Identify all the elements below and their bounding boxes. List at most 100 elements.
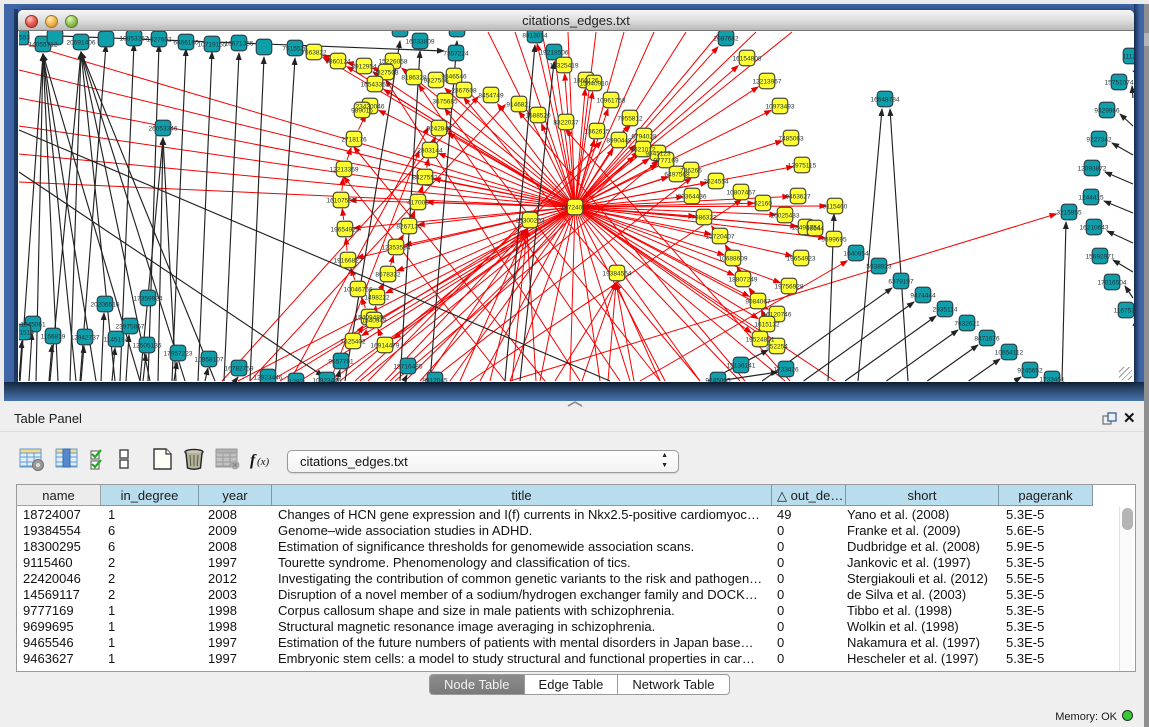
svg-text:8678332: 8678332: [375, 272, 401, 279]
svg-text:9777169: 9777169: [653, 158, 679, 165]
svg-text:1498222: 1498222: [364, 295, 390, 302]
svg-text:391513: 391513: [19, 330, 34, 337]
svg-text:2718176: 2718176: [341, 137, 367, 144]
svg-text:15640910: 15640910: [580, 81, 609, 88]
svg-text:16671355: 16671355: [225, 41, 254, 48]
svg-text:9845123: 9845123: [645, 151, 671, 158]
svg-text:1588520: 1588520: [525, 113, 551, 120]
svg-text:15692971: 15692971: [1086, 254, 1115, 261]
svg-text:1640954: 1640954: [843, 251, 869, 258]
svg-text:16648784: 16648784: [871, 97, 900, 104]
svg-text:10025433: 10025433: [771, 213, 800, 220]
svg-text:8322037: 8322037: [553, 120, 579, 127]
svg-text:7955812: 7955812: [617, 116, 643, 123]
svg-text:1145194: 1145194: [104, 337, 129, 344]
svg-text:17359924: 17359924: [134, 296, 163, 303]
svg-text:18807249: 18807249: [729, 277, 758, 284]
svg-text:16914479: 16914479: [371, 343, 400, 350]
svg-text:12213369: 12213369: [330, 167, 359, 174]
svg-text:10853267: 10853267: [120, 36, 149, 43]
svg-text:8454749: 8454749: [478, 93, 504, 100]
svg-text:10961758: 10961758: [597, 98, 626, 105]
svg-text:7485063: 7485063: [778, 136, 804, 143]
svg-text:1733426: 1733426: [773, 367, 799, 374]
svg-text:7986322: 7986322: [691, 215, 717, 222]
svg-text:8427552: 8427552: [412, 175, 438, 182]
svg-text:9699695: 9699695: [821, 237, 847, 244]
svg-text:16107553: 16107553: [327, 198, 356, 205]
svg-text:19218506: 19218506: [540, 50, 569, 57]
svg-text:1292: 1292: [289, 379, 304, 383]
svg-text:9860124: 9860124: [325, 59, 351, 66]
svg-text:8812045: 8812045: [422, 378, 448, 383]
svg-text:9227342: 9227342: [1086, 137, 1112, 144]
svg-text:16782759: 16782759: [225, 366, 254, 373]
svg-text:16210643: 16210643: [1080, 225, 1109, 232]
svg-text:12213967: 12213967: [753, 79, 782, 86]
svg-text:10923446: 10923446: [313, 378, 342, 383]
svg-text:18724007: 18724007: [561, 205, 590, 212]
svg-text:10807467: 10807467: [727, 190, 756, 197]
svg-text:19524851: 19524851: [746, 337, 775, 344]
svg-text:19756928: 19756928: [775, 284, 804, 291]
svg-text:16033809: 16033809: [406, 39, 435, 46]
svg-text:15226058: 15226058: [379, 59, 408, 66]
svg-text:10654112: 10654112: [995, 350, 1024, 357]
svg-text:9245065: 9245065: [705, 378, 731, 383]
svg-text:9327503: 9327503: [373, 70, 399, 77]
svg-text:19384554: 19384554: [603, 271, 632, 278]
svg-text:1845061: 1845061: [20, 322, 46, 329]
svg-text:1540949: 1540949: [361, 318, 387, 325]
svg-text:5938923: 5938923: [866, 264, 892, 271]
svg-text:f: f: [250, 452, 257, 469]
svg-text:12975115: 12975115: [788, 163, 817, 170]
svg-text:9242848: 9242848: [426, 126, 452, 133]
svg-text:15720407: 15720407: [706, 234, 735, 241]
svg-text:1527602: 1527602: [146, 37, 172, 44]
svg-text:9115460: 9115460: [823, 204, 848, 211]
svg-text:62160: 62160: [754, 201, 772, 208]
svg-text:12505135: 12505135: [133, 343, 162, 350]
svg-text:12093872: 12093872: [1078, 166, 1107, 173]
svg-text:9084067: 9084067: [745, 299, 771, 306]
svg-text:6379197: 6379197: [888, 279, 914, 286]
svg-text:8471676: 8471676: [974, 336, 1000, 343]
svg-text:9463627: 9463627: [785, 194, 811, 201]
svg-text:9329966: 9329966: [1094, 108, 1120, 115]
svg-text:2935114: 2935114: [933, 307, 958, 314]
svg-text:6794028: 6794028: [631, 134, 657, 141]
svg-text:23300203: 23300203: [516, 218, 545, 225]
svg-text:6466160: 6466160: [173, 40, 199, 47]
svg-text:8267130: 8267130: [396, 224, 422, 231]
svg-text:13325419: 13325419: [550, 63, 579, 70]
svg-text:16154808: 16154808: [733, 56, 762, 63]
svg-text:17016504: 17016504: [1098, 280, 1127, 287]
svg-text:20691406: 20691406: [67, 40, 96, 47]
svg-text:15751074: 15751074: [1105, 80, 1134, 87]
svg-text:19654923: 19654923: [787, 256, 816, 263]
svg-text:7632621: 7632621: [954, 321, 980, 328]
svg-text:10973493: 10973493: [766, 104, 795, 111]
svg-text:16120746: 16120746: [763, 312, 792, 319]
svg-text:19166827: 19166827: [334, 258, 363, 265]
svg-text:8813054: 8813054: [522, 33, 548, 40]
svg-text:1733451: 1733451: [1039, 377, 1065, 383]
svg-text:98644: 98644: [806, 226, 824, 233]
svg-text:20364436: 20364436: [678, 194, 707, 201]
svg-text:3675685: 3675685: [432, 99, 458, 106]
svg-text:12353594: 12353594: [382, 245, 411, 252]
svg-text:20553: 20553: [19, 35, 30, 42]
svg-text:16543362: 16543362: [361, 82, 390, 89]
svg-text:2803144: 2803144: [417, 148, 443, 155]
svg-text:8990448: 8990448: [606, 138, 632, 145]
svg-text:1362615: 1362615: [584, 129, 610, 136]
svg-text:1244415: 1244415: [1078, 195, 1104, 202]
svg-text:2367608: 2367608: [451, 88, 477, 95]
svg-text:11123: 11123: [1122, 54, 1134, 61]
svg-text:2087682: 2087682: [713, 36, 739, 43]
svg-text:15716485: 15716485: [394, 364, 423, 371]
svg-text:1615132: 1615132: [754, 322, 780, 329]
svg-text:9846546: 9846546: [441, 74, 467, 81]
svg-text:10719155: 10719155: [198, 42, 227, 49]
svg-text:20206516: 20206516: [91, 302, 120, 309]
